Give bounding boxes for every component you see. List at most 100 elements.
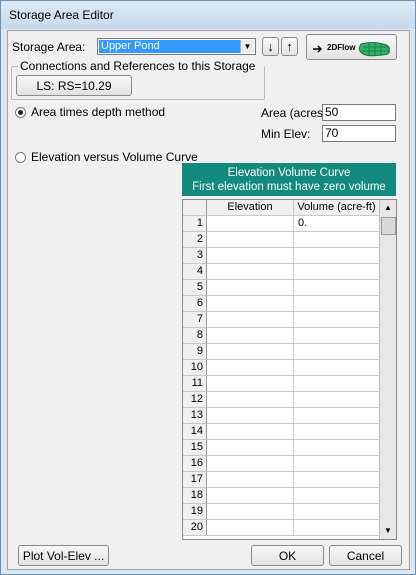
scroll-thumb[interactable] xyxy=(381,217,396,235)
radio-selected-dot xyxy=(18,110,23,115)
volume-cell[interactable] xyxy=(294,440,380,456)
row-number-cell: 19 xyxy=(183,504,207,520)
volume-cell[interactable] xyxy=(294,504,380,520)
row-number-cell: 13 xyxy=(183,408,207,424)
storage-area-selected-value: Upper Pond xyxy=(99,40,240,53)
table-row: 1 0. xyxy=(183,216,380,232)
volume-cell[interactable] xyxy=(294,472,380,488)
row-number-cell: 15 xyxy=(183,440,207,456)
elevation-cell[interactable] xyxy=(207,488,294,504)
elevation-cell[interactable] xyxy=(207,504,294,520)
min-elev-input[interactable]: 70 xyxy=(322,125,396,142)
volume-cell[interactable] xyxy=(294,520,380,536)
row-number-cell: 1 xyxy=(183,216,207,232)
table-row: 10 xyxy=(183,360,380,376)
elevation-cell[interactable] xyxy=(207,376,294,392)
volume-column-header: Volume (acre-ft) xyxy=(294,200,380,216)
area-depth-radio[interactable] xyxy=(15,107,26,118)
volume-cell[interactable] xyxy=(294,264,380,280)
row-number-cell: 5 xyxy=(183,280,207,296)
table-row: 19 xyxy=(183,504,380,520)
table-row: 17 xyxy=(183,472,380,488)
min-elev-label: Min Elev: xyxy=(261,127,311,141)
volume-cell[interactable] xyxy=(294,248,380,264)
area-acres-input[interactable]: 50 xyxy=(322,104,396,121)
elevation-cell[interactable] xyxy=(207,408,294,424)
table-row: 15 xyxy=(183,440,380,456)
elevation-cell[interactable] xyxy=(207,392,294,408)
row-number-cell: 16 xyxy=(183,456,207,472)
ok-button[interactable]: OK xyxy=(251,545,324,566)
table-row: 7 xyxy=(183,312,380,328)
elevation-cell[interactable] xyxy=(207,264,294,280)
table-row: 8 xyxy=(183,328,380,344)
down-arrow-button[interactable]: ↓ xyxy=(262,37,279,56)
volume-cell[interactable] xyxy=(294,312,380,328)
volume-cell[interactable] xyxy=(294,376,380,392)
row-number-cell: 8 xyxy=(183,328,207,344)
elevation-column-header: Elevation xyxy=(207,200,294,216)
row-number-cell: 11 xyxy=(183,376,207,392)
up-arrow-button[interactable]: ↑ xyxy=(281,37,298,56)
table-row: 5 xyxy=(183,280,380,296)
plot-vol-elev-button[interactable]: Plot Vol-Elev ... xyxy=(18,545,109,566)
elevation-cell[interactable] xyxy=(207,296,294,312)
2d-flow-button[interactable]: 2DFlow xyxy=(306,34,397,60)
elevation-cell[interactable] xyxy=(207,280,294,296)
elevation-cell[interactable] xyxy=(207,424,294,440)
elevation-cell[interactable] xyxy=(207,360,294,376)
table-row: 20 xyxy=(183,520,380,536)
elevation-cell[interactable] xyxy=(207,232,294,248)
row-number-cell: 6 xyxy=(183,296,207,312)
title-bar[interactable]: Storage Area Editor xyxy=(1,1,415,29)
elevation-cell[interactable] xyxy=(207,520,294,536)
table-header-row: Elevation Volume (acre-ft) xyxy=(183,200,380,216)
elevation-cell[interactable] xyxy=(207,216,294,232)
table-title: Elevation Volume Curve xyxy=(227,167,351,179)
table-row: 16 xyxy=(183,456,380,472)
window-title: Storage Area Editor xyxy=(9,8,114,22)
down-arrow-icon: ↓ xyxy=(267,39,274,54)
row-number-cell: 3 xyxy=(183,248,207,264)
elevation-volume-table[interactable]: Elevation Volume (acre-ft) 1 0. 2 3 4 5 6 7 8 9 10… xyxy=(182,199,397,540)
elevation-cell[interactable] xyxy=(207,248,294,264)
elevation-volume-radio[interactable] xyxy=(15,152,26,163)
volume-cell[interactable] xyxy=(294,424,380,440)
scroll-up-icon[interactable]: ▲ xyxy=(380,200,396,216)
up-arrow-icon: ↑ xyxy=(286,39,293,54)
elevation-cell[interactable] xyxy=(207,312,294,328)
table-row: 9 xyxy=(183,344,380,360)
dialog-client-area: Storage Area: Upper Pond ▼ ↓ ↑ 2DFlow Co… xyxy=(7,30,410,570)
chevron-down-icon[interactable]: ▼ xyxy=(240,40,254,53)
row-number-cell: 10 xyxy=(183,360,207,376)
volume-cell[interactable] xyxy=(294,280,380,296)
volume-cell[interactable] xyxy=(294,296,380,312)
cancel-button[interactable]: Cancel xyxy=(329,545,402,566)
elevation-cell[interactable] xyxy=(207,440,294,456)
row-number-cell: 18 xyxy=(183,488,207,504)
elevation-cell[interactable] xyxy=(207,472,294,488)
table-row: 14 xyxy=(183,424,380,440)
volume-cell[interactable] xyxy=(294,392,380,408)
table-row: 18 xyxy=(183,488,380,504)
area-depth-label: Area times depth method xyxy=(31,105,166,119)
table-row: 4 xyxy=(183,264,380,280)
connection-ls-button[interactable]: LS: RS=10.29 xyxy=(16,75,132,96)
volume-cell[interactable] xyxy=(294,344,380,360)
row-number-header xyxy=(183,200,207,216)
volume-cell[interactable] xyxy=(294,488,380,504)
volume-cell[interactable] xyxy=(294,360,380,376)
volume-cell[interactable] xyxy=(294,456,380,472)
scroll-down-icon[interactable]: ▼ xyxy=(380,523,396,539)
elevation-cell[interactable] xyxy=(207,328,294,344)
storage-area-select[interactable]: Upper Pond ▼ xyxy=(97,38,256,55)
volume-cell[interactable] xyxy=(294,408,380,424)
table-vertical-scrollbar[interactable]: ▲ ▼ xyxy=(379,200,396,539)
volume-cell[interactable] xyxy=(294,328,380,344)
row-number-cell: 17 xyxy=(183,472,207,488)
volume-cell[interactable]: 0. xyxy=(294,216,380,232)
elevation-cell[interactable] xyxy=(207,344,294,360)
volume-cell[interactable] xyxy=(294,232,380,248)
elevation-cell[interactable] xyxy=(207,456,294,472)
table-row: 2 xyxy=(183,232,380,248)
